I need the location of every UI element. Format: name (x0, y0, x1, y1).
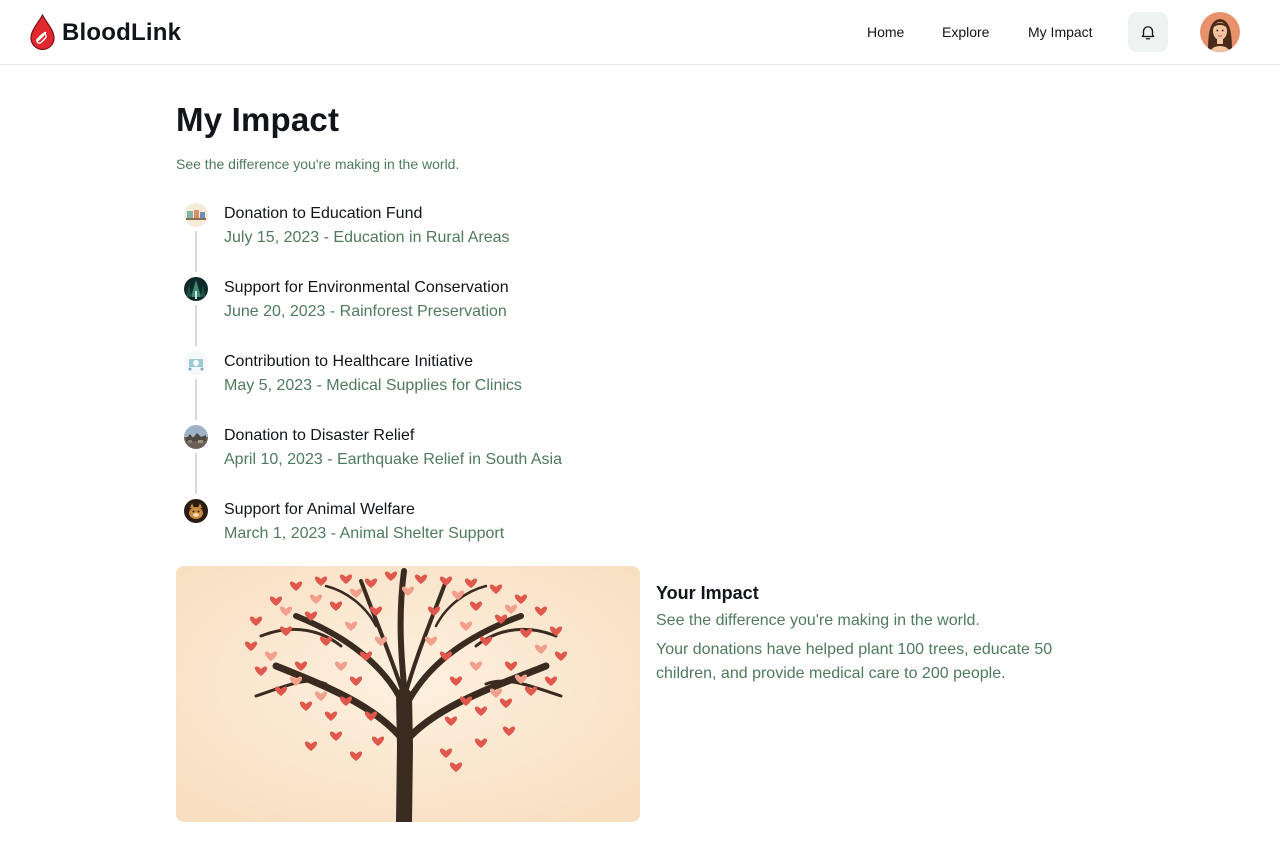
timeline-item[interactable]: Donation to Education Fund July 15, 2023… (176, 200, 776, 274)
impact-card-body: Your donations have helped plant 100 tre… (656, 641, 1053, 682)
impact-card-title: Your Impact (656, 583, 759, 603)
disaster-thumbnail-icon (184, 425, 208, 449)
timeline-item-subtitle: June 20, 2023 - Rainforest Preservation (224, 303, 507, 320)
brand-name: BloodLink (62, 18, 182, 46)
timeline-item-title: Support for Environmental Conservation (224, 279, 509, 296)
timeline-connector (195, 305, 197, 346)
timeline-item[interactable]: Donation to Disaster Relief April 10, 20… (176, 422, 776, 496)
heart-tree-image (176, 566, 640, 822)
page-title: My Impact (176, 101, 340, 138)
nav-explore[interactable]: Explore (942, 24, 989, 40)
bell-icon (1141, 26, 1155, 40)
brand-logo[interactable]: BloodLink (30, 14, 181, 51)
notifications-button[interactable] (1128, 12, 1168, 52)
user-avatar[interactable] (1200, 12, 1240, 52)
donation-timeline: Donation to Education Fund July 15, 2023… (176, 200, 776, 570)
timeline-item-subtitle: April 10, 2023 - Earthquake Relief in So… (224, 451, 562, 468)
blood-drop-icon (30, 14, 55, 51)
app-header: BloodLink Home Explore My Impact (0, 0, 1280, 65)
timeline-item-title: Donation to Education Fund (224, 205, 423, 222)
timeline-item-subtitle: May 5, 2023 - Medical Supplies for Clini… (224, 377, 522, 394)
nav-home[interactable]: Home (867, 24, 904, 40)
nav-my-impact[interactable]: My Impact (1028, 24, 1093, 40)
heart-tree-illustration (176, 566, 640, 822)
impact-card-subtitle: See the difference you're making in the … (656, 612, 980, 629)
timeline-item[interactable]: Contribution to Healthcare Initiative Ma… (176, 348, 776, 422)
timeline-connector (195, 379, 197, 420)
timeline-item[interactable]: Support for Environmental Conservation J… (176, 274, 776, 348)
timeline-item-subtitle: March 1, 2023 - Animal Shelter Support (224, 525, 505, 542)
timeline-item-title: Contribution to Healthcare Initiative (224, 353, 474, 370)
page-subtitle: See the difference you're making in the … (176, 156, 460, 172)
timeline-connector (195, 231, 197, 272)
timeline-item[interactable]: Support for Animal Welfare March 1, 2023… (176, 496, 776, 570)
forest-thumbnail-icon (184, 277, 208, 301)
timeline-connector (195, 453, 197, 494)
avatar-image (1200, 12, 1240, 52)
timeline-item-title: Support for Animal Welfare (224, 501, 415, 518)
education-thumbnail-icon (184, 203, 208, 227)
healthcare-thumbnail-icon (184, 351, 208, 375)
timeline-item-subtitle: July 15, 2023 - Education in Rural Areas (224, 229, 510, 246)
animal-thumbnail-icon (184, 499, 208, 523)
timeline-item-title: Donation to Disaster Relief (224, 427, 415, 444)
